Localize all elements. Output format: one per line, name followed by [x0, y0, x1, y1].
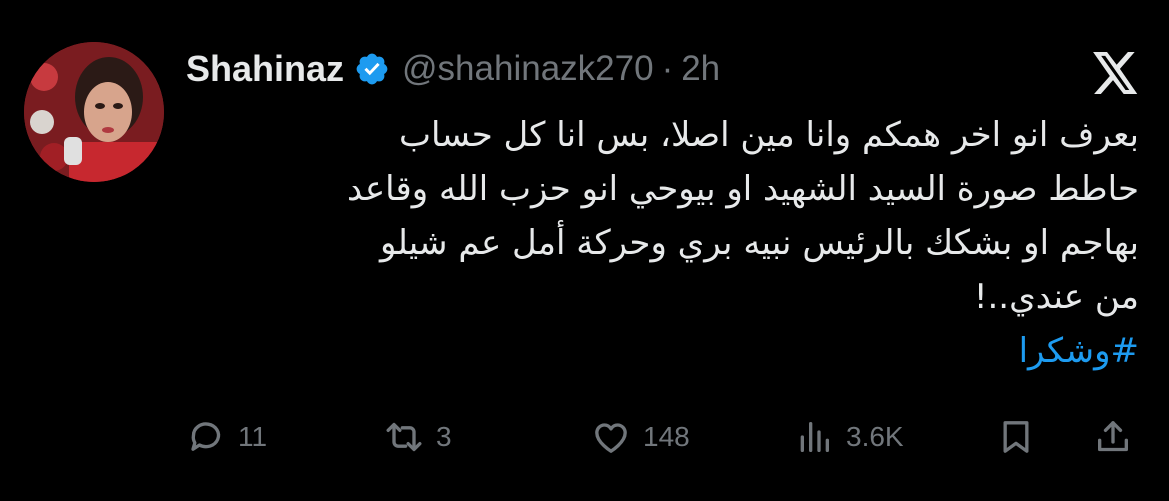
- share-icon: [1098, 421, 1128, 452]
- hashtag-link[interactable]: #وشكرا: [1019, 331, 1139, 371]
- like-button[interactable]: 148: [591, 412, 690, 462]
- timestamp[interactable]: 2h: [681, 49, 720, 89]
- tweet-line: حاطط صورة السيد الشهيد او بيوحي انو حزب …: [346, 169, 1139, 209]
- avatar[interactable]: [24, 42, 164, 182]
- user-handle[interactable]: @shahinazk270: [402, 49, 654, 89]
- display-name[interactable]: Shahinaz: [186, 48, 344, 90]
- bookmark-button[interactable]: [996, 412, 1036, 462]
- tweet-line: بعرف انو اخر همكم وانا مين اصلا، بس انا …: [399, 115, 1139, 155]
- tweet-line: من عندي..!: [973, 277, 1139, 317]
- separator-dot: ·: [661, 49, 674, 88]
- tweet-header: Shahinaz @shahinazk270 · 2h: [186, 42, 720, 96]
- share-button[interactable]: [1093, 412, 1133, 462]
- heart-icon: [595, 423, 627, 453]
- retweet-icon: [386, 422, 422, 452]
- avatar-photo: [24, 42, 164, 182]
- retweet-button[interactable]: 3: [384, 412, 452, 462]
- verified-badge-icon: [354, 51, 390, 87]
- bookmark-icon: [1003, 421, 1029, 453]
- reply-icon: [191, 422, 221, 451]
- tweet-line: بهاجم او بشكك بالرئيس نبيه بري وحركة أمل…: [379, 223, 1139, 263]
- tweet-text: بعرف انو اخر همكم وانا مين اصلا، بس انا …: [179, 108, 1139, 378]
- tweet-actions: 11 3 148 3.6K: [186, 412, 1139, 462]
- like-count: 148: [643, 421, 690, 452]
- views-count: 3.6K: [846, 421, 904, 452]
- views-button[interactable]: 3.6K: [794, 412, 904, 462]
- retweet-count: 3: [436, 421, 452, 452]
- views-chart-icon: [800, 422, 829, 452]
- reply-button[interactable]: 11: [186, 412, 267, 462]
- reply-count: 11: [238, 421, 268, 452]
- tweet-card: Shahinaz @shahinazk270 · 2h بعرف انو اخر…: [0, 0, 1169, 501]
- x-logo-icon[interactable]: [1093, 52, 1139, 94]
